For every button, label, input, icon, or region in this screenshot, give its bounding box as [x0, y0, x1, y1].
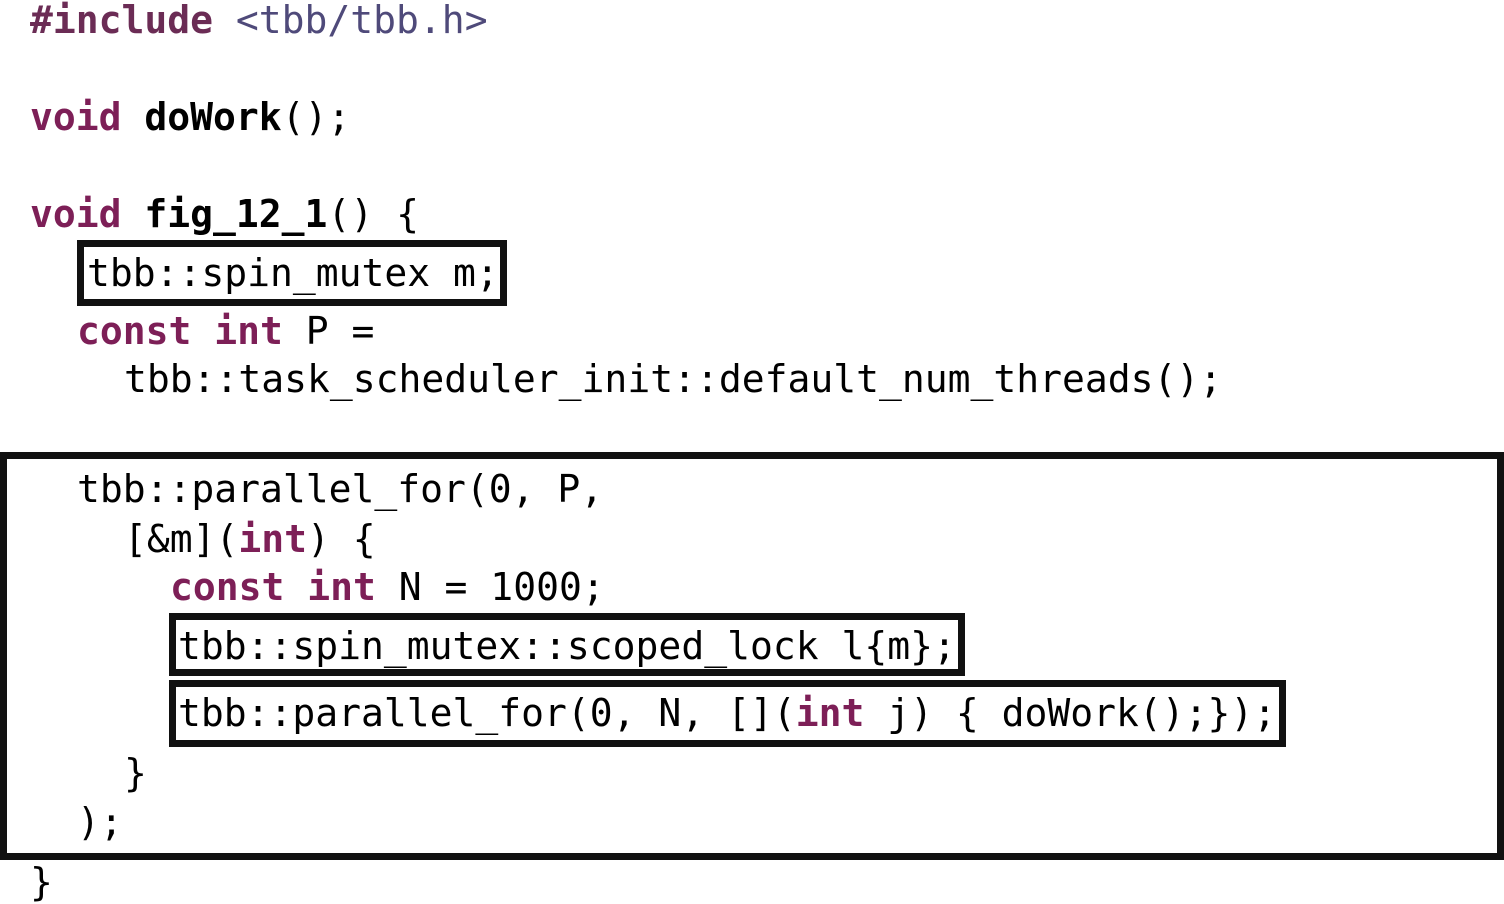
function-name-fig: fig_12_1 [144, 192, 328, 236]
code-line-scoped-lock: tbb::spin_mutex::scoped_lock l{m}; [178, 624, 956, 668]
code-line-parallel-for-close: ); [77, 800, 123, 844]
code-text: P = [282, 309, 375, 353]
include-directive: #include [30, 0, 214, 42]
code-line-default-threads: tbb::task_scheduler_init::default_num_th… [124, 357, 1223, 401]
code-line-lambda: [&m](int) { [124, 519, 376, 559]
keyword-void: void [30, 95, 122, 139]
code-text: N = 1000; [375, 565, 605, 609]
keyword-const: const [170, 565, 285, 609]
code-line-const-p: const int P = [77, 311, 374, 351]
code-line-dowork-decl: void doWork(); [30, 97, 350, 137]
function-name-dowork: doWork [144, 95, 282, 139]
keyword-int: int [238, 517, 308, 561]
keyword-int: int [795, 691, 865, 735]
code-figure: { "code": { "l1_directive": "#include", … [0, 0, 1504, 904]
code-text: j) { doWork();}); [864, 691, 1277, 735]
code-text: tbb::parallel_for(0, N, []( [178, 691, 796, 735]
code-line-include: #include <tbb/tbb.h> [30, 0, 488, 40]
include-header: <tbb/tbb.h> [213, 0, 488, 42]
code-line-const-n: const int N = 1000; [170, 567, 605, 607]
code-line-lambda-close: } [124, 751, 147, 795]
code-punctuation: () { [327, 192, 419, 236]
keyword-int: int [214, 309, 283, 353]
code-line-function-close: } [30, 860, 53, 904]
code-line-inner-parallel-for: tbb::parallel_for(0, N, [](int j) { doWo… [178, 693, 1276, 733]
code-text: [&m]( [124, 517, 239, 561]
code-punctuation: (); [281, 95, 351, 139]
code-text: ) { [307, 517, 376, 561]
keyword-int: int [307, 565, 376, 609]
keyword-void: void [30, 192, 122, 236]
code-line-mutex-decl: tbb::spin_mutex m; [87, 251, 499, 295]
code-line-function-def: void fig_12_1() { [30, 194, 419, 234]
keyword-const: const [77, 309, 192, 353]
code-line-outer-parallel-for: tbb::parallel_for(0, P, [77, 467, 604, 511]
